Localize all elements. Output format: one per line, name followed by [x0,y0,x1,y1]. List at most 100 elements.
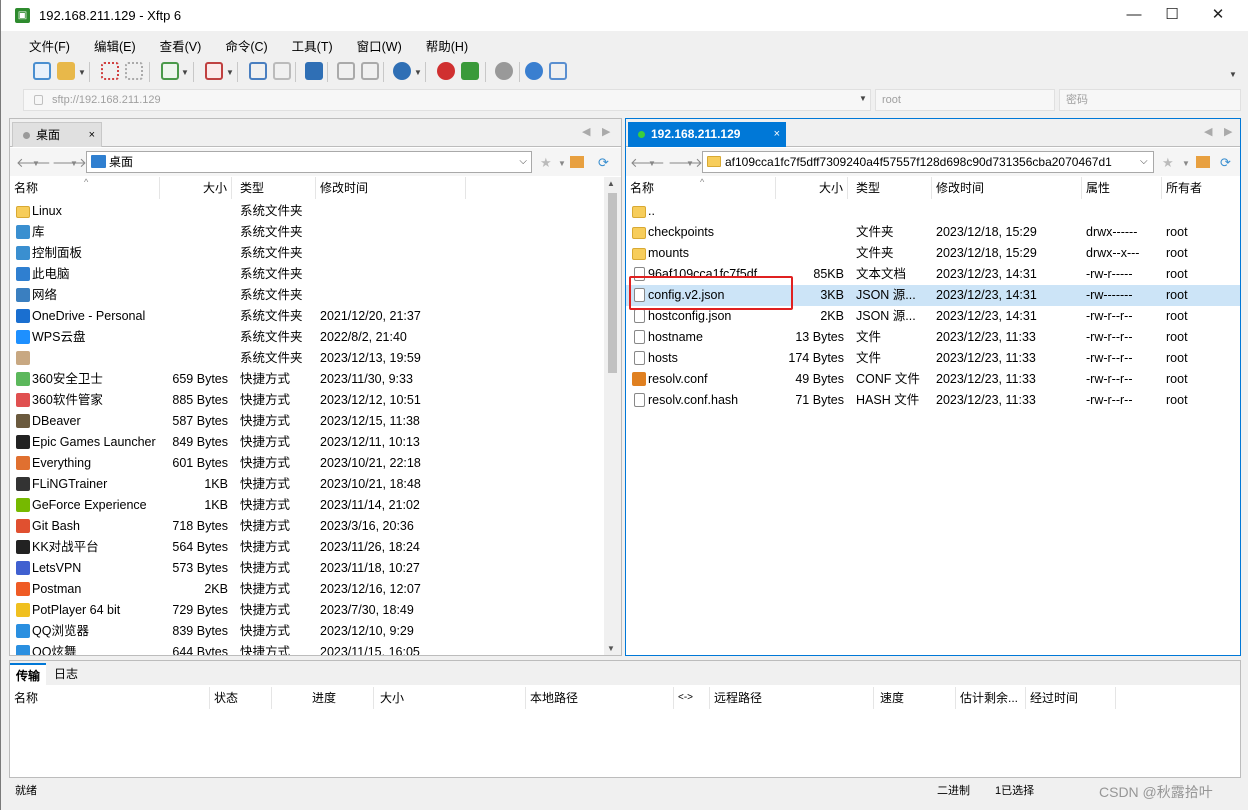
file-row[interactable]: Everything 601 Bytes 快捷方式 2023/10/21, 22:18 [10,453,621,474]
menu-window[interactable]: 窗口(W) [339,33,408,58]
password-input[interactable]: 密码 [1059,89,1241,111]
col-size[interactable]: 大小 [776,177,848,199]
forward-icon[interactable] [273,62,291,80]
col-type[interactable]: 类型 [236,177,316,199]
menu-command[interactable]: 命令(C) [207,33,273,58]
menu-edit[interactable]: 编辑(E) [76,33,142,58]
file-row[interactable]: QQ浏览器 839 Bytes 快捷方式 2023/12/10, 9:29 [10,621,621,642]
file-row[interactable]: 系统文件夹 2023/12/13, 19:59 [10,348,621,369]
help-icon[interactable] [525,62,543,80]
terminal-icon[interactable] [205,62,223,80]
username-input[interactable]: root [875,89,1055,111]
file-row[interactable]: WPS云盘 系统文件夹 2022/8/2, 21:40 [10,327,621,348]
new-tab-icon[interactable] [161,62,179,80]
file-row[interactable]: hostname 13 Bytes 文件 2023/12/23, 11:33 -rw-r… [626,327,1240,348]
col-owner[interactable]: 所有者 [1162,177,1240,199]
file-row[interactable]: QQ炫舞 644 Bytes 快捷方式 2023/11/15, 16:05 [10,642,621,655]
col-status[interactable]: 状态 [210,687,272,709]
scroll-down-icon[interactable]: ▼ [607,644,615,653]
file-row[interactable]: Epic Games Launcher 849 Bytes 快捷方式 2023/12/… [10,432,621,453]
file-row[interactable]: 控制面板 系统文件夹 [10,243,621,264]
chevron-down-icon[interactable]: ⌵ [519,152,527,172]
chevron-down-icon[interactable]: ▼ [414,68,422,77]
home-folder-icon[interactable] [1196,156,1210,168]
tab-log[interactable]: 日志 [48,663,84,685]
tab-remote-host[interactable]: 192.168.211.129 × [628,122,786,147]
xshell-icon[interactable] [461,62,479,80]
local-scrollbar[interactable]: ▲ ▼ [604,177,621,655]
col-size[interactable]: 大小 [160,177,232,199]
chevron-down-icon[interactable]: ▼ [1229,70,1237,79]
sync-icon[interactable] [305,62,323,80]
col-elapsed[interactable]: 经过时间 [1026,687,1116,709]
new-session-icon[interactable] [33,62,51,80]
file-row[interactable]: 360安全卫士 659 Bytes 快捷方式 2023/11/30, 9:33 [10,369,621,390]
chevron-down-icon[interactable]: ▼ [859,94,867,103]
chevron-down-icon[interactable]: ▼ [78,68,86,77]
menu-view[interactable]: 查看(V) [142,33,208,58]
file-row[interactable]: 此电脑 系统文件夹 [10,264,621,285]
star-icon[interactable]: ★ [540,155,552,171]
file-row[interactable]: 网络 系统文件夹 [10,285,621,306]
tab-scroll-left-icon[interactable]: ◀ [1204,125,1212,138]
file-row[interactable]: resolv.conf 49 Bytes CONF 文件 2023/12/23, 11… [626,369,1240,390]
file-row[interactable]: checkpoints 文件夹 2023/12/18, 15:29 drwx-----… [626,222,1240,243]
file-row[interactable]: KK对战平台 564 Bytes 快捷方式 2023/11/26, 18:24 [10,537,621,558]
file-row[interactable]: OneDrive - Personal 系统文件夹 2021/12/20, 21:3… [10,306,621,327]
col-speed[interactable]: 速度 [874,687,956,709]
file-row[interactable]: FLiNGTrainer 1KB 快捷方式 2023/10/21, 18:48 [10,474,621,495]
paste-icon[interactable] [361,62,379,80]
menu-file[interactable]: 文件(F) [11,33,76,58]
tab-scroll-right-icon[interactable]: ▶ [1224,125,1232,138]
file-row[interactable]: .. [626,201,1240,222]
comment-icon[interactable] [549,62,567,80]
scrollbar-thumb[interactable] [608,193,617,373]
menu-help[interactable]: 帮助(H) [408,33,474,58]
transfer-mode[interactable]: 二进制 [937,781,970,801]
file-row[interactable]: 360软件管家 885 Bytes 快捷方式 2023/12/12, 10:51 [10,390,621,411]
col-name[interactable]: 名称 [10,687,210,709]
maximize-button[interactable]: ☐ [1149,0,1195,31]
chevron-down-icon[interactable]: ▼ [686,159,694,168]
back-icon[interactable] [249,62,267,80]
star-icon[interactable]: ★ [1162,155,1174,171]
tab-desktop[interactable]: 桌面 × [12,122,102,147]
open-folder-icon[interactable] [57,62,75,80]
chevron-down-icon[interactable]: ▼ [70,159,78,168]
close-button[interactable]: ✕ [1195,0,1241,31]
col-local-path[interactable]: 本地路径 [526,687,674,709]
col-attributes[interactable]: 属性 [1082,177,1162,199]
col-progress[interactable]: 进度 [272,687,374,709]
chevron-down-icon[interactable]: ⌵ [1140,156,1148,167]
refresh-icon[interactable]: ⟳ [598,155,609,171]
col-modified[interactable]: 修改时间 [932,177,1082,199]
file-row[interactable]: resolv.conf.hash 71 Bytes HASH 文件 2023/12/2… [626,390,1240,411]
host-address-input[interactable]: sftp://192.168.211.129 [23,89,871,111]
col-remote-path[interactable]: 远程路径 [710,687,874,709]
home-folder-icon[interactable] [570,156,584,168]
connect-icon[interactable] [101,62,119,80]
tab-transfer[interactable]: 传输 [10,663,47,685]
tab-scroll-left-icon[interactable]: ◀ [582,125,590,138]
chevron-down-icon[interactable]: ▼ [181,68,189,77]
col-eta[interactable]: 估计剩余... [956,687,1026,709]
file-row[interactable]: LetsVPN 573 Bytes 快捷方式 2023/11/18, 10:27 [10,558,621,579]
chevron-down-icon[interactable]: ▼ [558,159,566,168]
chevron-down-icon[interactable]: ▼ [32,159,40,168]
file-row[interactable]: 库 系统文件夹 [10,222,621,243]
remote-path-input[interactable]: af109cca1fc7f5dff7309240a4f57557f128d698… [702,151,1154,173]
file-row[interactable]: GeForce Experience 1KB 快捷方式 2023/11/14, 21:… [10,495,621,516]
chevron-down-icon[interactable]: ▼ [226,68,234,77]
disconnect-icon[interactable] [125,62,143,80]
file-row[interactable]: Linux 系统文件夹 [10,201,621,222]
col-direction[interactable]: <-> [674,687,710,709]
tab-scroll-right-icon[interactable]: ▶ [602,125,610,138]
copy-icon[interactable] [337,62,355,80]
chevron-down-icon[interactable]: ▼ [1182,159,1190,168]
refresh-icon[interactable]: ⟳ [1220,155,1231,171]
close-tab-icon[interactable]: × [89,123,95,147]
col-type[interactable]: 类型 [852,177,932,199]
scroll-up-icon[interactable]: ▲ [607,179,615,188]
menu-tools[interactable]: 工具(T) [274,33,339,58]
file-row[interactable]: DBeaver 587 Bytes 快捷方式 2023/12/15, 11:38 [10,411,621,432]
